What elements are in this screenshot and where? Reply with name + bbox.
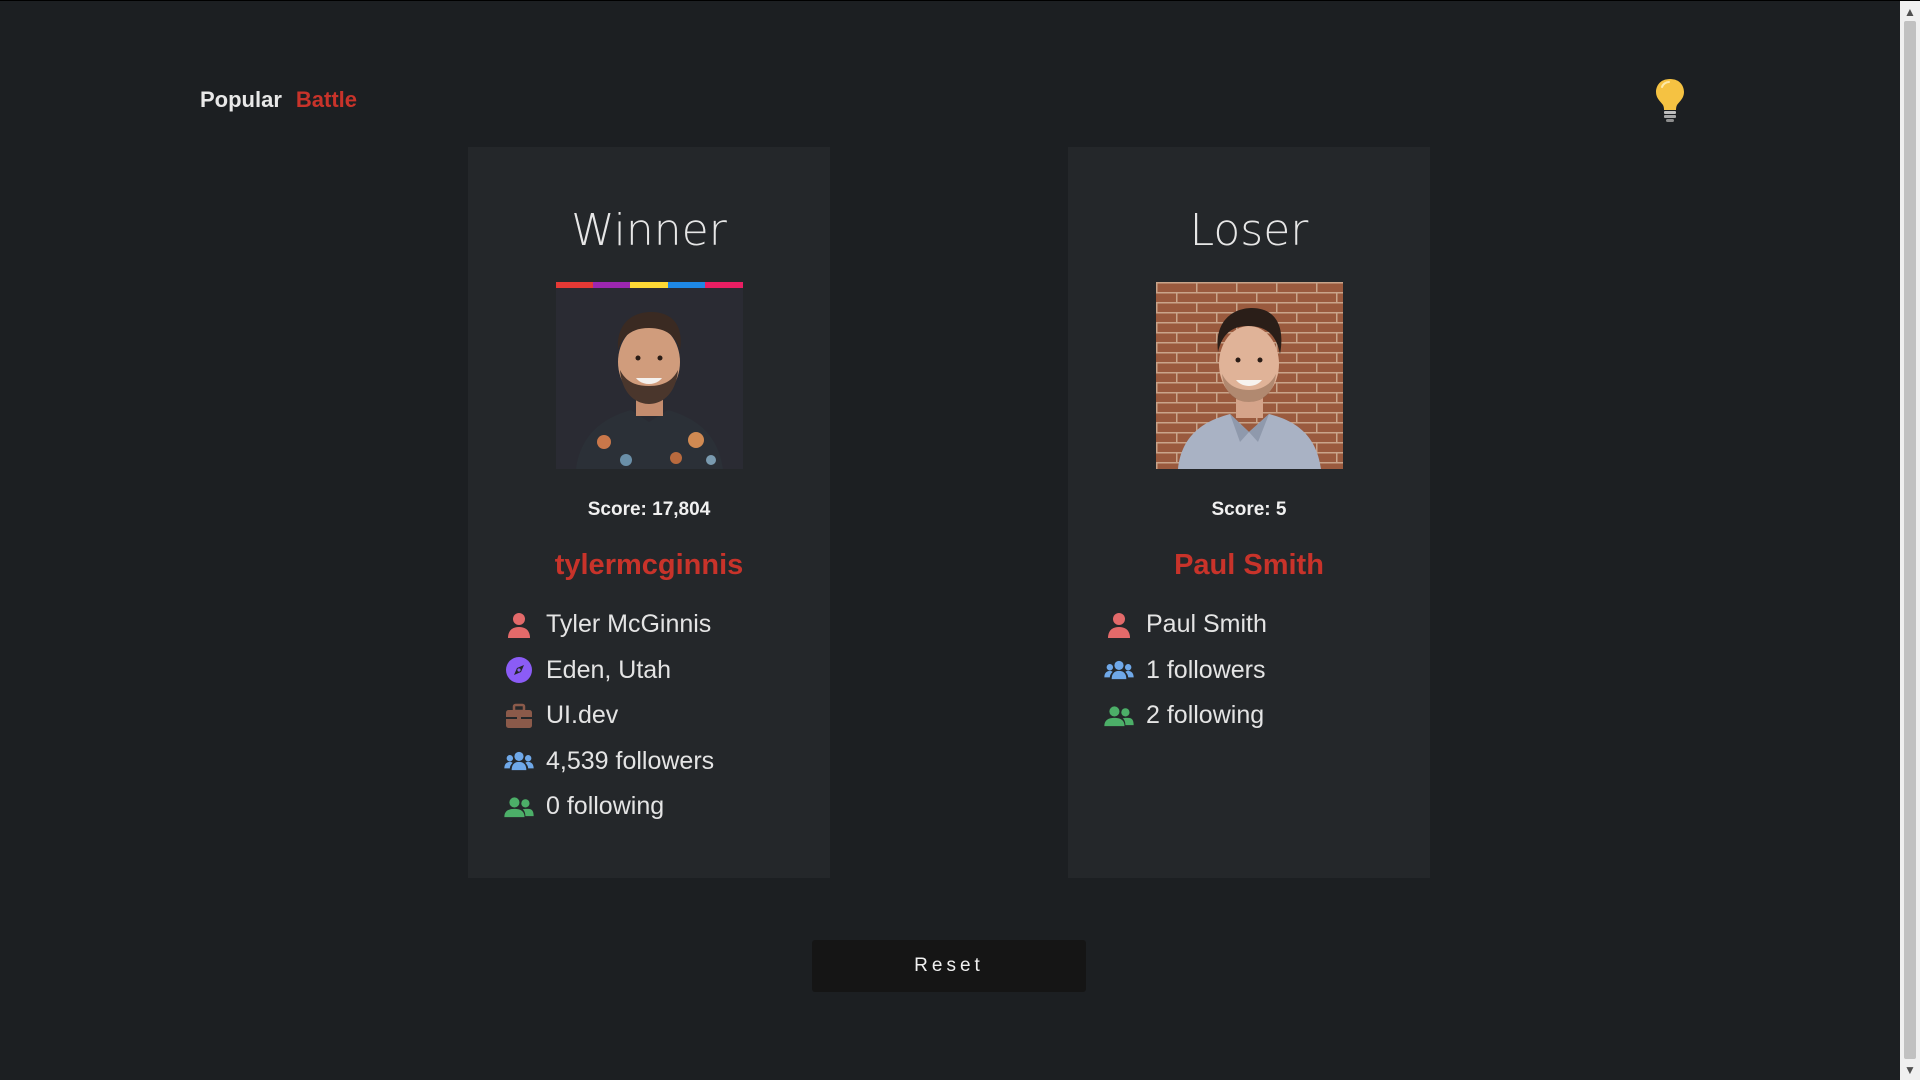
stripe-segment (705, 282, 743, 288)
winner-info-list: Tyler McGinnis Eden, Utah UI.dev 4,539 f… (504, 602, 830, 830)
info-item-name: Paul Smith (1104, 602, 1430, 648)
avatar-rainbow-stripe (555, 282, 743, 288)
user-friends-icon (1104, 701, 1134, 731)
scroll-down-icon[interactable]: ▼ (1900, 1061, 1920, 1079)
info-text: 4,539 followers (546, 746, 715, 775)
loser-card: Loser Score: 5 Paul Smith Paul Smith 1 f… (1068, 147, 1430, 878)
info-text: UI.dev (546, 701, 619, 730)
scroll-up-icon[interactable]: ▲ (1900, 3, 1920, 21)
info-item-following: 2 following (1104, 693, 1430, 739)
info-item-company: UI.dev (504, 693, 830, 739)
info-text: Tyler McGinnis (546, 610, 712, 639)
battle-results-page: Popular Battle Winner Score: 17,804 tyle… (0, 0, 1920, 1080)
lightbulb-icon (1656, 79, 1684, 122)
loser-score: Score: 5 (1211, 499, 1287, 520)
winner-username-link[interactable]: tylermcginnis (555, 549, 744, 582)
loser-photo (1155, 282, 1343, 469)
loser-info-list: Paul Smith 1 followers 2 following (1104, 602, 1430, 739)
info-item-followers: 1 followers (1104, 648, 1430, 694)
info-item-location: Eden, Utah (504, 648, 830, 694)
theme-toggle-button[interactable] (1652, 77, 1688, 125)
users-icon (1104, 655, 1134, 685)
stripe-segment (667, 282, 706, 288)
info-text: 0 following (546, 792, 665, 821)
info-item-name: Tyler McGinnis (504, 602, 830, 648)
main-nav: Popular Battle (200, 87, 357, 113)
vertical-scrollbar[interactable]: ▲ ▼ (1900, 1, 1920, 1080)
compass-icon (504, 655, 534, 685)
info-text: Eden, Utah (546, 655, 672, 684)
user-icon (1104, 610, 1134, 640)
winner-photo (555, 282, 743, 469)
nav-battle-link[interactable]: Battle (296, 87, 357, 113)
reset-button[interactable]: Reset (812, 940, 1086, 992)
stripe-segment (630, 282, 668, 288)
loser-avatar (1155, 282, 1343, 469)
user-icon (504, 610, 534, 640)
winner-card: Winner Score: 17,804 tylermcginnis Tyler… (468, 147, 830, 878)
stripe-segment (592, 282, 631, 288)
user-friends-icon (504, 792, 534, 822)
info-item-following: 0 following (504, 784, 830, 830)
info-text: 1 followers (1146, 655, 1266, 684)
winner-score: Score: 17,804 (587, 499, 711, 520)
winner-header: Winner (571, 205, 727, 256)
info-item-followers: 4,539 followers (504, 739, 830, 785)
stripe-segment (555, 282, 593, 288)
loser-header: Loser (1189, 205, 1309, 256)
briefcase-icon (504, 701, 534, 731)
scrollbar-thumb[interactable] (1904, 21, 1916, 1059)
nav-popular-link[interactable]: Popular (200, 87, 282, 113)
info-text: 2 following (1146, 701, 1265, 730)
loser-username-link[interactable]: Paul Smith (1174, 549, 1324, 582)
winner-avatar (555, 282, 743, 469)
info-text: Paul Smith (1146, 610, 1267, 639)
users-icon (504, 746, 534, 776)
